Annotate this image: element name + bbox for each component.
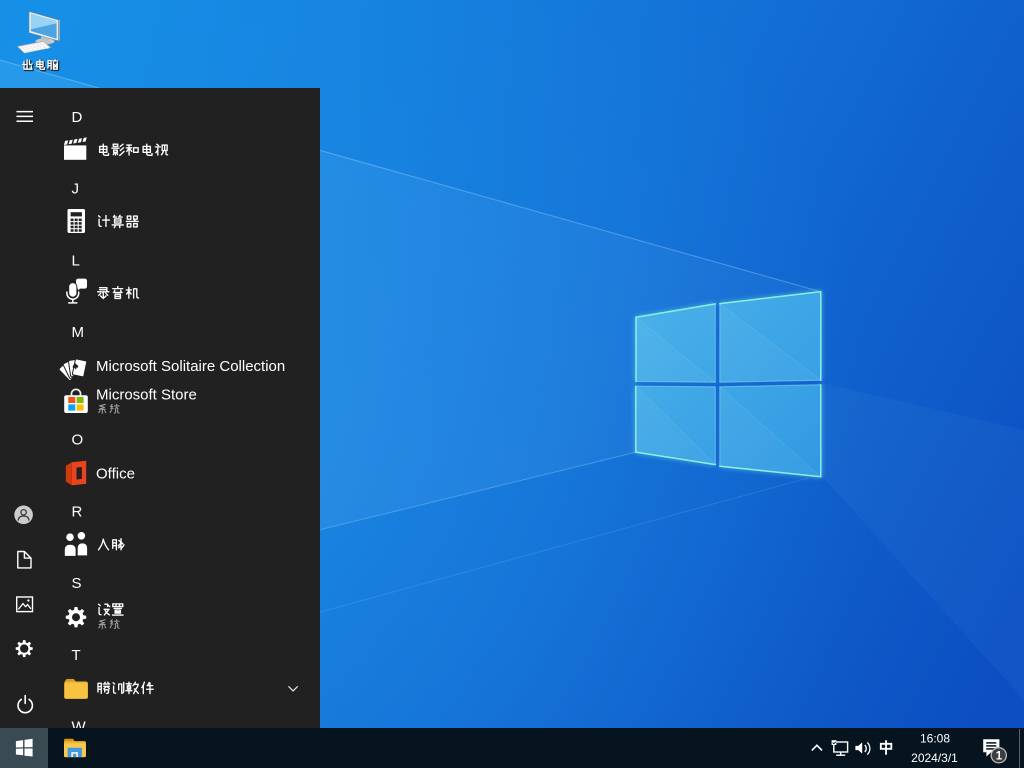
svg-text:R: R: [72, 503, 83, 520]
svg-text:2024/3/1: 2024/3/1: [911, 751, 958, 765]
svg-text:J: J: [72, 181, 80, 198]
svg-text:L: L: [72, 252, 80, 269]
svg-text:16:08: 16:08: [920, 731, 950, 745]
svg-text:Office: Office: [96, 465, 135, 482]
svg-text:D: D: [72, 109, 83, 126]
svg-text:1: 1: [996, 751, 1003, 763]
svg-text:M: M: [72, 324, 85, 341]
svg-text:S: S: [72, 575, 82, 592]
svg-text:Microsoft Solitaire Collection: Microsoft Solitaire Collection: [96, 358, 285, 375]
svg-text:Microsoft Store: Microsoft Store: [96, 387, 197, 404]
svg-text:T: T: [72, 647, 81, 664]
svg-text:O: O: [72, 432, 84, 449]
